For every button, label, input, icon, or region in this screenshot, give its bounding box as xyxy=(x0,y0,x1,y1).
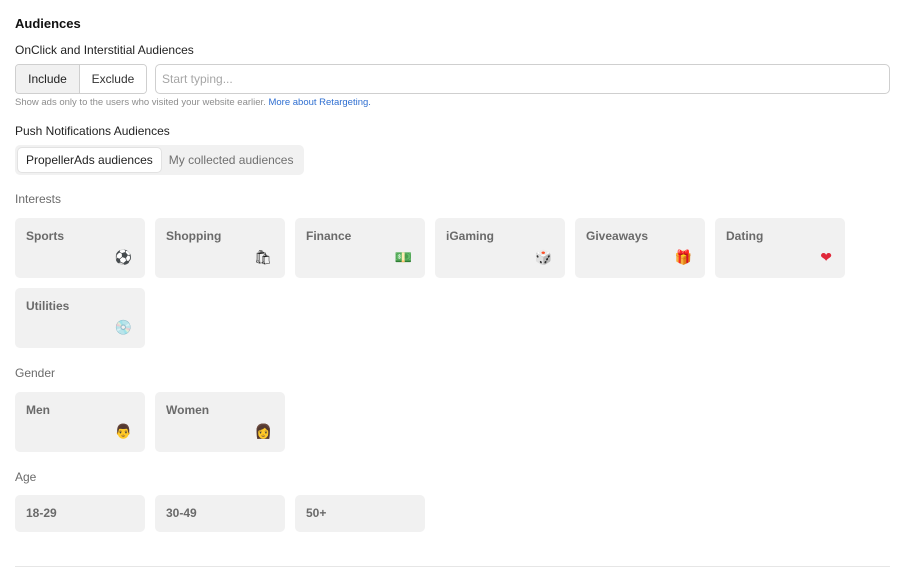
heart-icon: ❤ xyxy=(820,249,832,265)
retargeting-hint: Show ads only to the users who visited y… xyxy=(15,97,371,108)
exclude-button[interactable]: Exclude xyxy=(80,65,146,93)
shopping-bag-icon: 🛍 xyxy=(254,249,272,265)
hint-text: Show ads only to the users who visited y… xyxy=(15,97,266,108)
retargeting-link[interactable]: More about Retargeting. xyxy=(268,97,370,108)
include-exclude-toggle: Include Exclude xyxy=(15,64,147,94)
card-label: 50+ xyxy=(306,506,327,520)
card-label: iGaming xyxy=(446,229,495,243)
push-audience-tabs: PropellerAds audiences My collected audi… xyxy=(15,145,305,175)
card-label: Utilities xyxy=(26,299,70,313)
man-face-icon: 👨 xyxy=(114,423,132,439)
card-label: Giveaways xyxy=(586,229,649,243)
card-label: Sports xyxy=(26,229,65,243)
tab-my-collected-audiences[interactable]: My collected audiences xyxy=(161,148,302,172)
card-label: Shopping xyxy=(166,229,222,243)
dice-icon: 🎲 xyxy=(534,249,552,265)
card-label: Women xyxy=(166,403,210,417)
disc-icon: 💿 xyxy=(114,319,132,335)
interest-card-shopping[interactable]: Shopping 🛍 xyxy=(155,218,285,278)
age-card-50-plus[interactable]: 50+ xyxy=(295,495,425,532)
woman-face-icon: 👩 xyxy=(254,423,272,439)
age-label: Age xyxy=(15,470,37,484)
soccer-ball-icon: ⚽ xyxy=(114,249,132,265)
bottom-divider xyxy=(15,566,890,567)
onclick-audiences-label: OnClick and Interstitial Audiences xyxy=(15,43,194,57)
interests-label: Interests xyxy=(15,192,62,206)
audience-search-input[interactable] xyxy=(155,64,890,94)
gift-icon: 🎁 xyxy=(674,249,692,265)
money-icon: 💵 xyxy=(394,249,412,265)
tab-propellerads-audiences[interactable]: PropellerAds audiences xyxy=(18,148,161,172)
interest-card-sports[interactable]: Sports ⚽ xyxy=(15,218,145,278)
section-title: Audiences xyxy=(15,16,81,31)
card-label: Men xyxy=(26,403,50,417)
age-card-30-49[interactable]: 30-49 xyxy=(155,495,285,532)
gender-card-women[interactable]: Women 👩 xyxy=(155,392,285,452)
gender-label: Gender xyxy=(15,366,56,380)
gender-card-men[interactable]: Men 👨 xyxy=(15,392,145,452)
card-label: 30-49 xyxy=(166,506,197,520)
interest-card-finance[interactable]: Finance 💵 xyxy=(295,218,425,278)
card-label: 18-29 xyxy=(26,506,57,520)
interest-card-igaming[interactable]: iGaming 🎲 xyxy=(435,218,565,278)
interest-card-utilities[interactable]: Utilities 💿 xyxy=(15,288,145,348)
card-label: Finance xyxy=(306,229,352,243)
interest-card-dating[interactable]: Dating ❤ xyxy=(715,218,845,278)
card-label: Dating xyxy=(726,229,764,243)
interest-card-giveaways[interactable]: Giveaways 🎁 xyxy=(575,218,705,278)
push-audiences-label: Push Notifications Audiences xyxy=(15,124,170,138)
include-button[interactable]: Include xyxy=(16,65,80,93)
age-card-18-29[interactable]: 18-29 xyxy=(15,495,145,532)
